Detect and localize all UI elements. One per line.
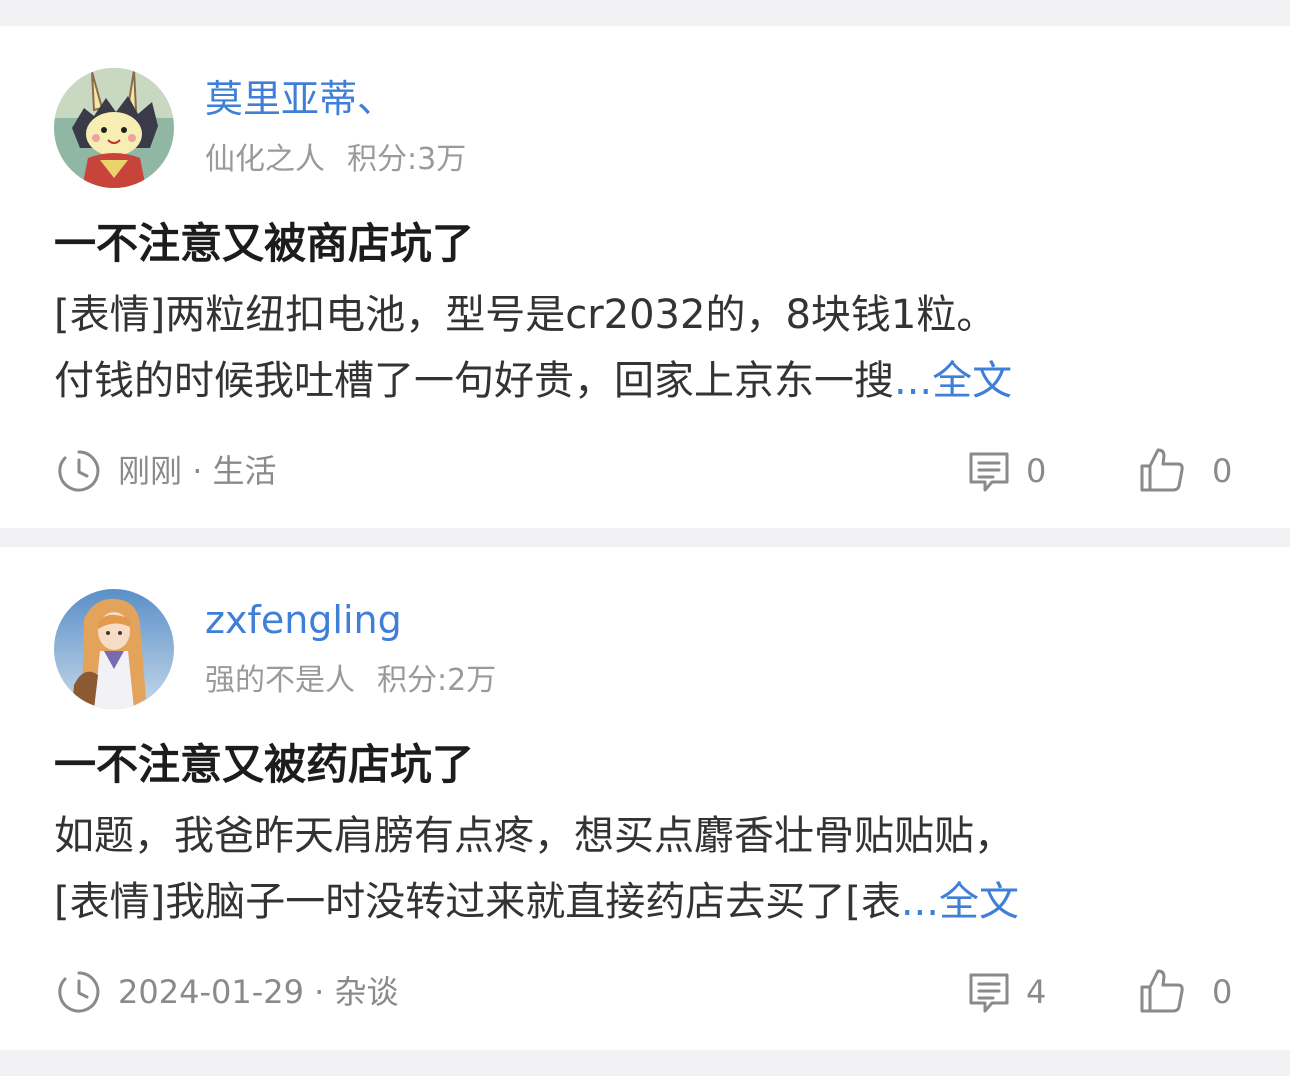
avatar[interactable] xyxy=(54,589,174,709)
ellipsis: ... xyxy=(894,358,933,404)
post-title[interactable]: 一不注意又被商店坑了 xyxy=(54,216,474,272)
user-meta: 仙化之人 积分:3万 xyxy=(205,140,466,180)
post-category[interactable]: 生活 xyxy=(213,452,277,490)
comment-count[interactable]: 0 xyxy=(1026,449,1046,493)
full-text-link[interactable]: 全文 xyxy=(939,879,1019,925)
ellipsis: ... xyxy=(900,879,939,925)
avatar[interactable] xyxy=(54,68,174,188)
user-score: 积分:2万 xyxy=(377,663,497,698)
separator: · xyxy=(182,452,213,490)
user-score: 积分:3万 xyxy=(347,142,467,177)
post-card[interactable]: 莫里亚蒂、 仙化之人 积分:3万 一不注意又被商店坑了 [表情]两粒纽扣电池，型号… xyxy=(0,26,1290,528)
username[interactable]: 莫里亚蒂、 xyxy=(205,74,395,124)
excerpt-text: [表情]我脑子一时没转过来就直接药店去买了[表 xyxy=(54,879,901,925)
excerpt-line: 如题，我爸昨天肩膀有点疼，想买点麝香壮骨贴贴贴， xyxy=(54,813,1014,859)
user-rank: 仙化之人 xyxy=(205,142,325,177)
post-time: 2024-01-29 xyxy=(118,973,304,1011)
post-excerpt[interactable]: [表情]两粒纽扣电池，型号是cr2032的，8块钱1粒。 付钱的时候我吐槽了一句… xyxy=(54,282,1254,414)
like-count[interactable]: 0 xyxy=(1212,970,1232,1014)
anime-girl-avatar-icon xyxy=(54,589,174,709)
thumbs-up-icon[interactable] xyxy=(1138,446,1186,494)
thumbs-up-icon[interactable] xyxy=(1138,967,1186,1015)
post-footer: 刚刚 · 生活 0 0 xyxy=(0,446,1290,496)
post-footer: 2024-01-29 · 杂谈 4 0 xyxy=(0,967,1290,1017)
comment-icon[interactable] xyxy=(966,969,1012,1015)
post-category[interactable]: 杂谈 xyxy=(334,973,398,1011)
clock-icon xyxy=(58,971,100,1013)
clock-icon xyxy=(58,450,100,492)
excerpt-line-last: [表情]我脑子一时没转过来就直接药店去买了[表...全文 xyxy=(54,869,1254,935)
post-time-category: 2024-01-29 · 杂谈 xyxy=(118,970,399,1014)
like-count[interactable]: 0 xyxy=(1212,449,1232,493)
post-time-category: 刚刚 · 生活 xyxy=(118,449,277,493)
excerpt-line-last: 付钱的时候我吐槽了一句好贵，回家上京东一搜...全文 xyxy=(54,348,1254,414)
cartoon-rabbit-avatar-icon xyxy=(54,68,174,188)
post-feed: 莫里亚蒂、 仙化之人 积分:3万 一不注意又被商店坑了 [表情]两粒纽扣电池，型号… xyxy=(0,0,1290,1076)
comment-icon[interactable] xyxy=(966,448,1012,494)
post-time: 刚刚 xyxy=(118,452,183,490)
post-title[interactable]: 一不注意又被药店坑了 xyxy=(54,737,474,793)
user-meta: 强的不是人 积分:2万 xyxy=(205,661,496,701)
excerpt-line: [表情]两粒纽扣电池，型号是cr2032的，8块钱1粒。 xyxy=(54,292,997,338)
post-card[interactable]: zxfengling 强的不是人 积分:2万 一不注意又被药店坑了 如题，我爸昨天… xyxy=(0,547,1290,1050)
excerpt-text: 付钱的时候我吐槽了一句好贵，回家上京东一搜 xyxy=(54,358,894,404)
comment-count[interactable]: 4 xyxy=(1026,970,1046,1014)
post-excerpt[interactable]: 如题，我爸昨天肩膀有点疼，想买点麝香壮骨贴贴贴， [表情]我脑子一时没转过来就直… xyxy=(54,803,1254,935)
full-text-link[interactable]: 全文 xyxy=(932,358,1012,404)
user-rank: 强的不是人 xyxy=(205,663,355,698)
separator: · xyxy=(303,973,335,1011)
username[interactable]: zxfengling xyxy=(205,595,402,645)
